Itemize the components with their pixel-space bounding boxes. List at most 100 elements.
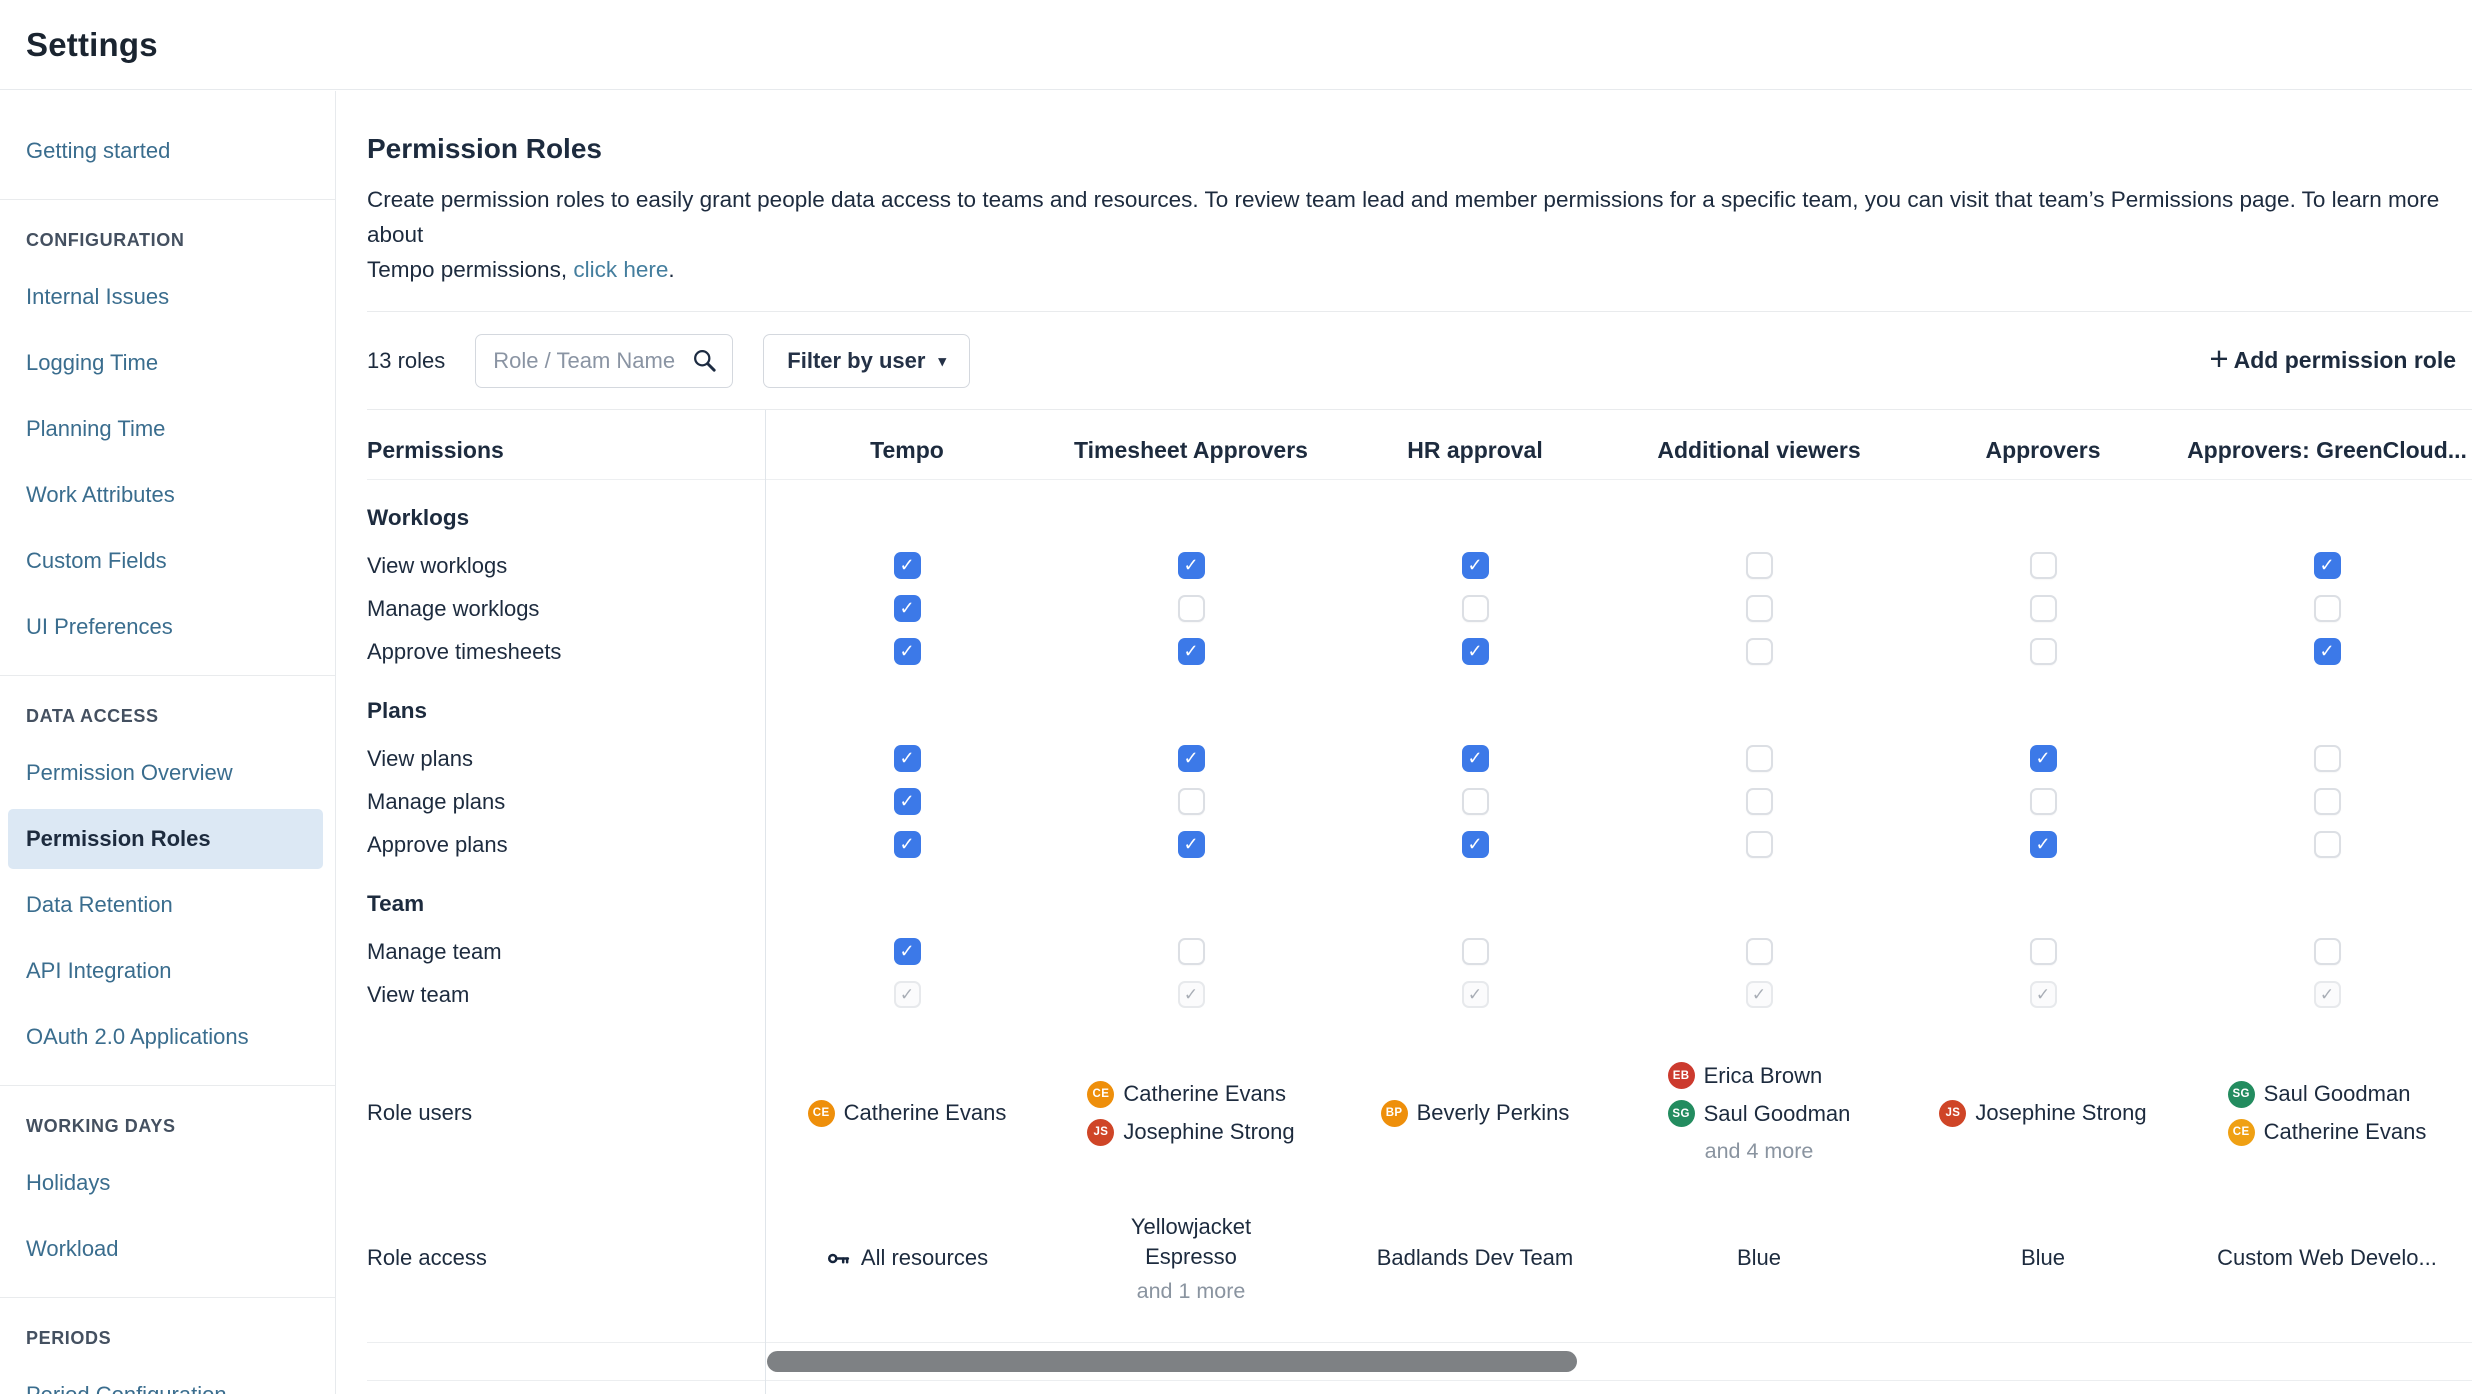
permission-cell: [2185, 788, 2469, 815]
permission-checkbox-checked[interactable]: ✓: [1178, 638, 1205, 665]
sidebar-item-data-retention[interactable]: Data Retention: [8, 875, 323, 935]
main-panel: Permission Roles Create permission roles…: [337, 91, 2472, 1394]
permission-cell: ✓: [1617, 981, 1901, 1008]
permission-checkbox-unchecked[interactable]: [1746, 831, 1773, 858]
permission-cell: ✓: [1901, 745, 2185, 772]
permission-checkbox-checked[interactable]: ✓: [1462, 552, 1489, 579]
sidebar-item-custom-fields[interactable]: Custom Fields: [8, 531, 323, 591]
permission-checkbox-unchecked[interactable]: [2030, 938, 2057, 965]
permission-checkbox-unchecked[interactable]: [1746, 638, 1773, 665]
permission-checkbox-checked[interactable]: ✓: [894, 745, 921, 772]
role-column-header-approvers: Approvers: [1985, 437, 2100, 464]
sidebar-item-permission-roles[interactable]: Permission Roles: [8, 809, 323, 869]
role-access-cell: Custom Web Develo...: [2185, 1243, 2469, 1273]
sidebar-item-internal-issues[interactable]: Internal Issues: [8, 267, 323, 327]
permission-checkbox-checked[interactable]: ✓: [1178, 831, 1205, 858]
add-permission-role-button[interactable]: + Add permission role: [2209, 346, 2456, 375]
permission-checkbox-unchecked[interactable]: [1178, 788, 1205, 815]
permission-checkbox-checked[interactable]: ✓: [1178, 552, 1205, 579]
permission-checkbox-unchecked[interactable]: [2030, 552, 2057, 579]
permission-checkbox-unchecked[interactable]: [2030, 595, 2057, 622]
sidebar-item-ui-preferences[interactable]: UI Preferences: [8, 597, 323, 657]
permission-cell: ✓: [765, 638, 1049, 665]
permission-checkbox-unchecked[interactable]: [1746, 595, 1773, 622]
permission-checkbox-checked[interactable]: ✓: [2030, 745, 2057, 772]
permission-checkbox-unchecked[interactable]: [1746, 788, 1773, 815]
permission-checkbox-unchecked[interactable]: [1746, 745, 1773, 772]
sidebar-item-api-integration[interactable]: API Integration: [8, 941, 323, 1001]
permission-checkbox-unchecked[interactable]: [2314, 595, 2341, 622]
sidebar-item-logging-time[interactable]: Logging Time: [8, 333, 323, 393]
permission-checkbox-unchecked[interactable]: [1178, 595, 1205, 622]
permission-cell: [1617, 938, 1901, 965]
permission-checkbox-checked[interactable]: ✓: [894, 638, 921, 665]
permission-checkbox-unchecked[interactable]: [1746, 552, 1773, 579]
permission-checkbox-checked[interactable]: ✓: [2314, 638, 2341, 665]
role-column-header-timesheet-approvers: Timesheet Approvers: [1074, 437, 1308, 464]
permission-checkbox-unchecked[interactable]: [2314, 788, 2341, 815]
role-users-cell: JSJosephine Strong: [1901, 1100, 2185, 1127]
sidebar-item-permission-overview[interactable]: Permission Overview: [8, 743, 323, 803]
permission-checkbox-checked[interactable]: ✓: [894, 938, 921, 965]
sidebar-item-oauth-2-0-applications[interactable]: OAuth 2.0 Applications: [8, 1007, 323, 1067]
chevron-down-icon: ▾: [938, 352, 946, 370]
permission-checkbox-checked[interactable]: ✓: [2030, 831, 2057, 858]
permission-checkbox-unchecked[interactable]: [2314, 831, 2341, 858]
permission-label-approve-plans: Approve plans: [367, 832, 765, 858]
horizontal-scrollbar-thumb[interactable]: [767, 1351, 1577, 1372]
click-here-link[interactable]: click here: [573, 257, 668, 282]
permission-checkbox-disabled: ✓: [1746, 981, 1773, 1008]
permission-cell: [1617, 788, 1901, 815]
permission-label-view-team: View team: [367, 982, 765, 1008]
permission-checkbox-unchecked[interactable]: [1462, 938, 1489, 965]
role-access-text: Blue: [1737, 1243, 1781, 1273]
search-input[interactable]: [493, 348, 683, 374]
role-search[interactable]: [475, 334, 733, 388]
permission-cell: ✓: [2185, 552, 2469, 579]
role-access-stack: Blue: [1737, 1243, 1781, 1273]
permission-checkbox-unchecked[interactable]: [1746, 938, 1773, 965]
permission-checkbox-checked[interactable]: ✓: [2314, 552, 2341, 579]
permission-checkbox-unchecked[interactable]: [1462, 788, 1489, 815]
permission-group-worklogs: Worklogs: [367, 505, 765, 531]
permission-checkbox-unchecked[interactable]: [2314, 745, 2341, 772]
filter-by-user-button[interactable]: Filter by user ▾: [763, 334, 970, 388]
sidebar-item-holidays[interactable]: Holidays: [8, 1153, 323, 1213]
role-access-text: Badlands Dev Team: [1377, 1243, 1574, 1273]
permission-checkbox-disabled: ✓: [1178, 981, 1205, 1008]
role-user-chip: JSJosephine Strong: [1939, 1100, 2146, 1127]
sidebar-section-label: DATA ACCESS: [26, 706, 335, 727]
permission-checkbox-checked[interactable]: ✓: [1462, 745, 1489, 772]
description-text: Tempo permissions,: [367, 257, 573, 282]
permission-checkbox-unchecked[interactable]: [2030, 788, 2057, 815]
role-access-cell: Blue: [1901, 1243, 2185, 1273]
permission-checkbox-unchecked[interactable]: [1462, 595, 1489, 622]
user-avatar: BP: [1381, 1100, 1408, 1127]
sidebar-section: WORKING DAYSHolidaysWorkload: [0, 1085, 335, 1279]
permission-checkbox-checked[interactable]: ✓: [1178, 745, 1205, 772]
sidebar-item-getting-started[interactable]: Getting started: [8, 121, 323, 181]
permission-checkbox-checked[interactable]: ✓: [894, 788, 921, 815]
permission-checkbox-checked[interactable]: ✓: [1462, 831, 1489, 858]
role-column-header-tempo: Tempo: [870, 437, 944, 464]
permission-checkbox-checked[interactable]: ✓: [894, 552, 921, 579]
permission-label-view-worklogs: View worklogs: [367, 553, 765, 579]
role-users-cell: CECatherine Evans: [765, 1100, 1049, 1127]
permission-checkbox-checked[interactable]: ✓: [1462, 638, 1489, 665]
sidebar-item-planning-time[interactable]: Planning Time: [8, 399, 323, 459]
permission-checkbox-checked[interactable]: ✓: [894, 595, 921, 622]
permission-checkbox-unchecked[interactable]: [2030, 638, 2057, 665]
permission-checkbox-checked[interactable]: ✓: [894, 831, 921, 858]
permission-cell: [1617, 638, 1901, 665]
sidebar-item-period-configuration[interactable]: Period Configuration: [8, 1365, 323, 1394]
sidebar-item-work-attributes[interactable]: Work Attributes: [8, 465, 323, 525]
permission-checkbox-unchecked[interactable]: [1178, 938, 1205, 965]
permission-label-approve-timesheets: Approve timesheets: [367, 639, 765, 665]
section-description: Create permission roles to easily grant …: [367, 182, 2472, 287]
permission-checkbox-unchecked[interactable]: [2314, 938, 2341, 965]
permission-cell: [1901, 595, 2185, 622]
role-users-stack: EBErica BrownSGSaul Goodmanand 4 more: [1668, 1062, 1851, 1164]
permission-cell: ✓: [1049, 831, 1333, 858]
page-title: Settings: [26, 26, 158, 64]
sidebar-item-workload[interactable]: Workload: [8, 1219, 323, 1279]
